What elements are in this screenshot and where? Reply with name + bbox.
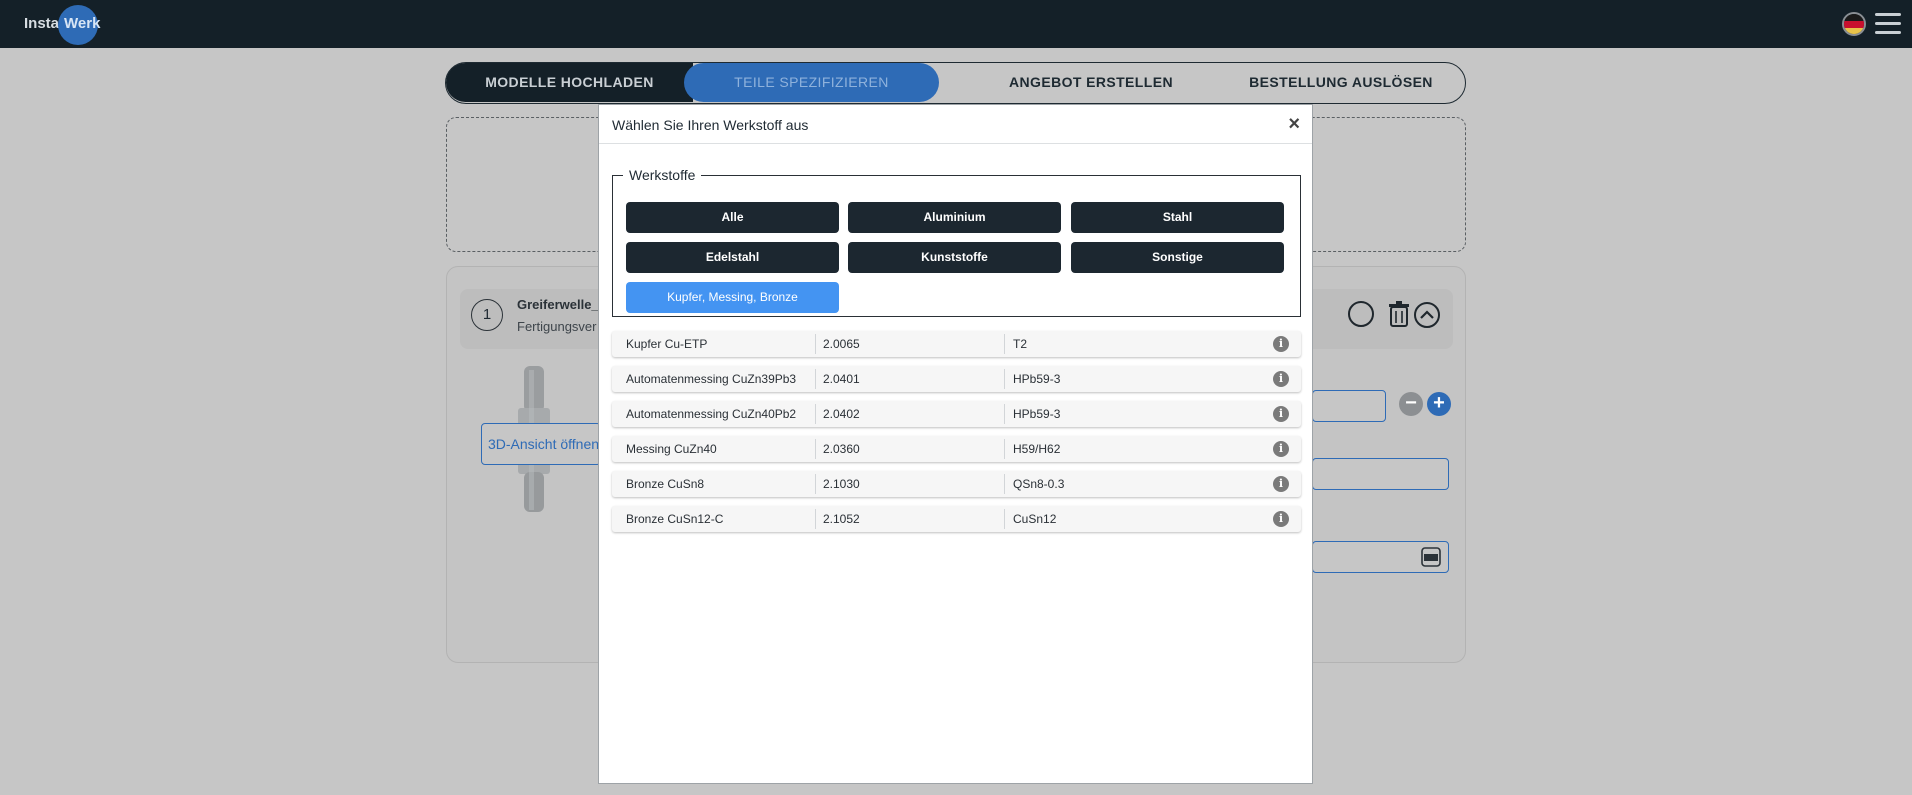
step-create-quote[interactable]: ANGEBOT ERSTELLEN: [966, 63, 1216, 102]
pdf-icon[interactable]: [1420, 546, 1442, 568]
material-category-group: Werkstoffe Alle Aluminium Stahl Edelstah…: [612, 167, 1301, 317]
material-row[interactable]: Automatenmessing CuZn40Pb2 2.0402 HPb59-…: [612, 401, 1301, 427]
info-icon[interactable]: i: [1273, 476, 1289, 492]
material-row[interactable]: Bronze CuSn8 2.1030 QSn8-0.3 i: [612, 471, 1301, 497]
open-3d-view-button[interactable]: 3D-Ansicht öffnen: [481, 423, 601, 465]
info-icon[interactable]: i: [1273, 441, 1289, 457]
german-flag-icon[interactable]: [1842, 12, 1866, 36]
instawerk-logo[interactable]: Insta Werk: [22, 5, 112, 45]
trash-icon[interactable]: [1388, 300, 1410, 328]
material-row[interactable]: Messing CuZn40 2.0360 H59/H62 i: [612, 436, 1301, 462]
category-button-copper-brass-bronze[interactable]: Kupfer, Messing, Bronze: [626, 282, 839, 313]
category-button-stainless-steel[interactable]: Edelstahl: [626, 242, 839, 273]
material-number: 2.0360: [815, 439, 860, 459]
close-icon[interactable]: ×: [1288, 114, 1300, 134]
material-designation: HPb59-3: [1004, 404, 1060, 424]
material-number: 2.1030: [815, 474, 860, 494]
quantity-input[interactable]: [1312, 390, 1386, 422]
step-upload-models[interactable]: MODELLE HOCHLADEN: [446, 63, 693, 102]
step-specify-parts[interactable]: TEILE SPEZIFIZIEREN: [684, 63, 939, 102]
decrease-quantity-button[interactable]: −: [1399, 392, 1423, 416]
minus-circle-icon[interactable]: [1348, 301, 1374, 327]
material-number: 2.0065: [815, 334, 860, 354]
logo-text-right: Werk: [64, 15, 101, 32]
material-name: Kupfer Cu-ETP: [626, 337, 708, 351]
category-button-other[interactable]: Sonstige: [1071, 242, 1284, 273]
info-icon[interactable]: i: [1273, 336, 1289, 352]
material-designation: QSn8-0.3: [1004, 474, 1064, 494]
category-button-steel[interactable]: Stahl: [1071, 202, 1284, 233]
material-designation: HPb59-3: [1004, 369, 1060, 389]
info-icon[interactable]: i: [1273, 371, 1289, 387]
material-row[interactable]: Bronze CuSn12-C 2.1052 CuSn12 i: [612, 506, 1301, 532]
logo-text-left: Insta: [24, 15, 60, 32]
material-row[interactable]: Automatenmessing CuZn39Pb3 2.0401 HPb59-…: [612, 366, 1301, 392]
material-category-legend: Werkstoffe: [629, 167, 696, 183]
modal-header: Wählen Sie Ihren Werkstoff aus ×: [599, 105, 1312, 144]
info-icon[interactable]: i: [1273, 406, 1289, 422]
material-list: Kupfer Cu-ETP 2.0065 T2 i Automatenmessi…: [612, 331, 1301, 541]
material-number: 2.1052: [815, 509, 860, 529]
material-name: Automatenmessing CuZn39Pb3: [626, 372, 797, 386]
option-select[interactable]: [1312, 458, 1449, 490]
category-button-plastics[interactable]: Kunststoffe: [848, 242, 1061, 273]
step-place-order[interactable]: BESTELLUNG AUSLÖSEN: [1216, 63, 1466, 102]
increase-quantity-button[interactable]: +: [1427, 392, 1451, 416]
material-name: Bronze CuSn8: [626, 477, 705, 491]
hamburger-menu-icon[interactable]: [1875, 13, 1901, 35]
material-designation: T2: [1004, 334, 1027, 354]
material-name: Messing CuZn40: [626, 442, 717, 456]
category-button-aluminium[interactable]: Aluminium: [848, 202, 1061, 233]
material-designation: H59/H62: [1004, 439, 1060, 459]
material-designation: CuSn12: [1004, 509, 1056, 529]
category-button-all[interactable]: Alle: [626, 202, 839, 233]
part-number-badge: 1: [471, 299, 503, 331]
modal-title: Wählen Sie Ihren Werkstoff aus: [612, 117, 809, 133]
part-name: Greiferwelle_: [517, 297, 599, 312]
process-steps: MODELLE HOCHLADEN TEILE SPEZIFIZIEREN AN…: [445, 62, 1466, 104]
material-selection-modal: Wählen Sie Ihren Werkstoff aus × Werksto…: [598, 104, 1313, 784]
material-number: 2.0402: [815, 404, 860, 424]
info-icon[interactable]: i: [1273, 511, 1289, 527]
material-number: 2.0401: [815, 369, 860, 389]
material-name: Automatenmessing CuZn40Pb2: [626, 407, 797, 421]
top-navigation-bar: Insta Werk: [0, 0, 1912, 48]
chevron-up-icon[interactable]: [1413, 301, 1441, 329]
material-row[interactable]: Kupfer Cu-ETP 2.0065 T2 i: [612, 331, 1301, 357]
material-name: Bronze CuSn12-C: [626, 512, 724, 526]
part-subtitle: Fertigungsver: [517, 319, 597, 334]
